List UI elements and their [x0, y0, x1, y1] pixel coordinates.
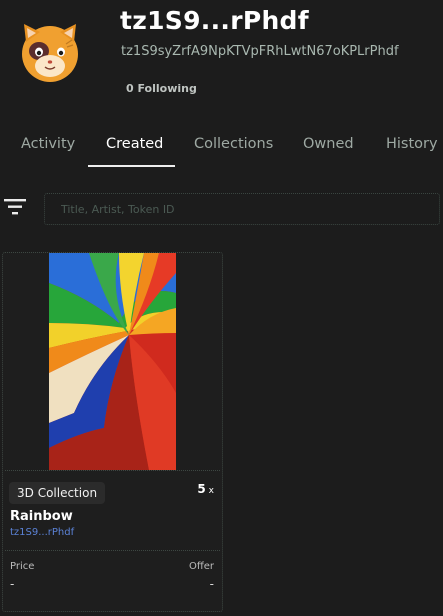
profile-avatar [14, 16, 86, 88]
nft-name: Rainbow [10, 509, 73, 524]
following-count[interactable]: 0 Following [126, 82, 197, 95]
filter-icon [4, 199, 26, 215]
edition-count: 5x [197, 482, 214, 496]
search-box [44, 193, 440, 225]
tab-created[interactable]: Created [106, 136, 163, 152]
filter-button[interactable] [4, 197, 28, 217]
nft-card[interactable]: 3D Collection 5x Rainbow tz1S9...rPhdf P… [2, 252, 223, 612]
card-divider [5, 550, 220, 551]
offer-value: - [209, 577, 214, 591]
active-tab-indicator [88, 165, 175, 167]
wallet-address: tz1S9syZrfA9NpKTVpFRhLwtN67oKPLrPhdf [121, 44, 399, 59]
nft-image-rainbow[interactable] [49, 253, 176, 470]
price-label: Price [10, 561, 35, 572]
search-input[interactable] [45, 194, 439, 224]
collection-badge[interactable]: 3D Collection [9, 482, 106, 504]
card-divider [5, 470, 220, 471]
nft-creator-link[interactable]: tz1S9...rPhdf [10, 527, 74, 538]
offer-label: Offer [188, 561, 214, 572]
cat-avatar-icon [22, 24, 78, 82]
tab-collections[interactable]: Collections [194, 136, 273, 152]
edition-count-suffix: x [208, 486, 214, 496]
price-value: - [10, 577, 15, 591]
edition-count-value: 5 [197, 482, 206, 496]
tab-history[interactable]: History [386, 136, 438, 152]
tab-activity[interactable]: Activity [21, 136, 75, 152]
profile-tabs: Activity Created Collections Owned Histo… [0, 132, 443, 168]
tab-owned[interactable]: Owned [303, 136, 354, 152]
profile-title: tz1S9...rPhdf [120, 6, 309, 35]
